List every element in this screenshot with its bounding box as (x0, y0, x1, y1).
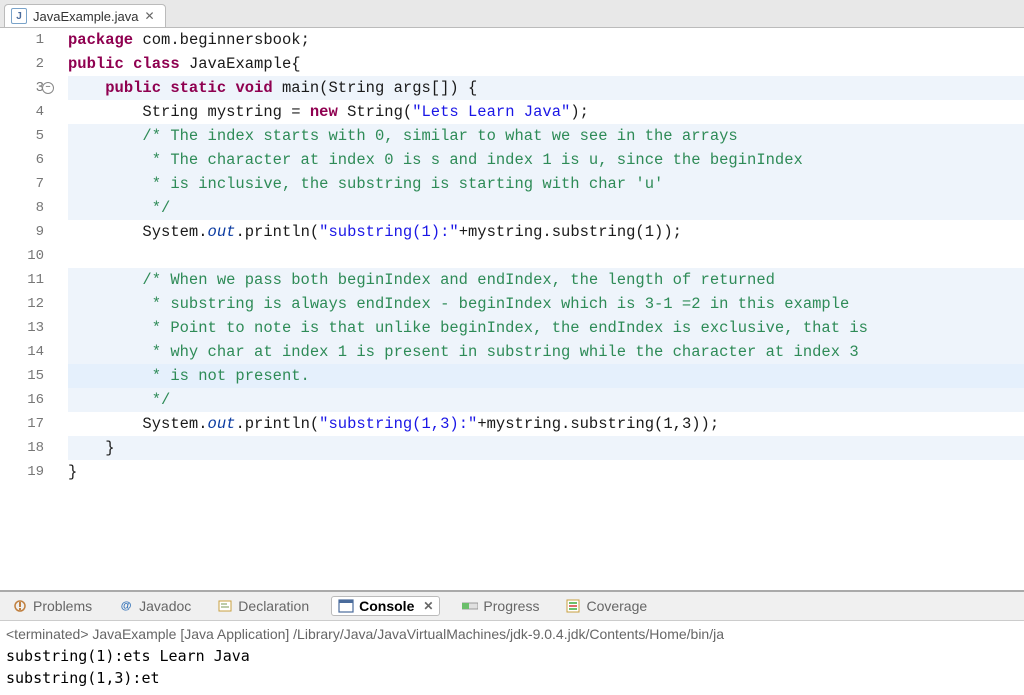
tab-label: Console (359, 598, 414, 614)
tab-progress[interactable]: Progress (458, 596, 543, 616)
tab-label: Javadoc (139, 598, 191, 614)
code-line[interactable]: public class JavaExample{ (68, 52, 1024, 76)
line-number: 8 (0, 196, 44, 220)
code-line[interactable]: String mystring = new String("Lets Learn… (68, 100, 1024, 124)
line-number: 14 (0, 340, 44, 364)
tab-javadoc[interactable]: @ Javadoc (114, 596, 195, 616)
code-line[interactable]: * substring is always endIndex - beginIn… (68, 292, 1024, 316)
tab-console[interactable]: Console ✕ (331, 596, 440, 616)
code-line[interactable]: */ (68, 388, 1024, 412)
tab-coverage[interactable]: Coverage (561, 596, 651, 616)
line-number: 19 (0, 460, 44, 484)
editor-tab[interactable]: J JavaExample.java ✕ (4, 4, 166, 27)
line-number: 12 (0, 292, 44, 316)
code-line[interactable]: } (68, 460, 1024, 484)
console-icon (338, 598, 354, 614)
line-number: 1 (0, 28, 44, 52)
line-number: 16 (0, 388, 44, 412)
close-icon[interactable]: ✕ (423, 599, 433, 613)
java-file-icon: J (11, 8, 27, 24)
code-line[interactable]: /* The index starts with 0, similar to w… (68, 124, 1024, 148)
code-line[interactable]: } (68, 436, 1024, 460)
line-number: 11 (0, 268, 44, 292)
code-line[interactable]: * is not present. (68, 364, 1024, 388)
close-icon[interactable]: ✕ (145, 9, 155, 23)
console-output-line: substring(1,3):et (6, 667, 1018, 689)
line-number: 4 (0, 100, 44, 124)
coverage-icon (565, 598, 581, 614)
bottom-panel: Problems @ Javadoc Declaration Console ✕… (0, 590, 1024, 695)
code-line[interactable] (68, 244, 1024, 268)
editor-tab-bar: J JavaExample.java ✕ (0, 0, 1024, 28)
tab-label: Progress (483, 598, 539, 614)
code-line[interactable]: System.out.println("substring(1):"+mystr… (68, 220, 1024, 244)
code-line[interactable]: * The character at index 0 is s and inde… (68, 148, 1024, 172)
tab-label: Declaration (238, 598, 309, 614)
tab-label: Coverage (586, 598, 647, 614)
problems-icon (12, 598, 28, 614)
view-tab-bar: Problems @ Javadoc Declaration Console ✕… (0, 592, 1024, 621)
code-line[interactable]: package com.beginnersbook; (68, 28, 1024, 52)
code-line[interactable]: */ (68, 196, 1024, 220)
line-number: 15 (0, 364, 44, 388)
editor-tab-title: JavaExample.java (33, 9, 139, 24)
javadoc-icon: @ (118, 598, 134, 614)
line-number: 5 (0, 124, 44, 148)
declaration-icon (217, 598, 233, 614)
line-number-gutter: 123–45678910111213141516171819 (0, 28, 54, 590)
tab-problems[interactable]: Problems (8, 596, 96, 616)
console-output-line: substring(1):ets Learn Java (6, 645, 1018, 667)
line-number: 18 (0, 436, 44, 460)
line-number: 9 (0, 220, 44, 244)
progress-icon (462, 598, 478, 614)
tab-label: Problems (33, 598, 92, 614)
console-body[interactable]: <terminated> JavaExample [Java Applicati… (0, 621, 1024, 695)
fold-toggle-icon[interactable]: – (42, 82, 54, 94)
code-line[interactable]: * is inclusive, the substring is startin… (68, 172, 1024, 196)
line-number: 13 (0, 316, 44, 340)
line-number: 3– (0, 76, 44, 100)
editor-area[interactable]: 123–45678910111213141516171819 package c… (0, 28, 1024, 590)
code-line[interactable]: /* When we pass both beginIndex and endI… (68, 268, 1024, 292)
line-number: 17 (0, 412, 44, 436)
line-number: 6 (0, 148, 44, 172)
line-number: 2 (0, 52, 44, 76)
code-line[interactable]: System.out.println("substring(1,3):"+mys… (68, 412, 1024, 436)
code-line[interactable]: * why char at index 1 is present in subs… (68, 340, 1024, 364)
line-number: 7 (0, 172, 44, 196)
tab-declaration[interactable]: Declaration (213, 596, 313, 616)
line-number: 10 (0, 244, 44, 268)
code-content[interactable]: package com.beginnersbook;public class J… (54, 28, 1024, 590)
code-line[interactable]: public static void main(String args[]) { (68, 76, 1024, 100)
code-line[interactable]: * Point to note is that unlike beginInde… (68, 316, 1024, 340)
console-run-header: <terminated> JavaExample [Java Applicati… (6, 623, 1018, 645)
